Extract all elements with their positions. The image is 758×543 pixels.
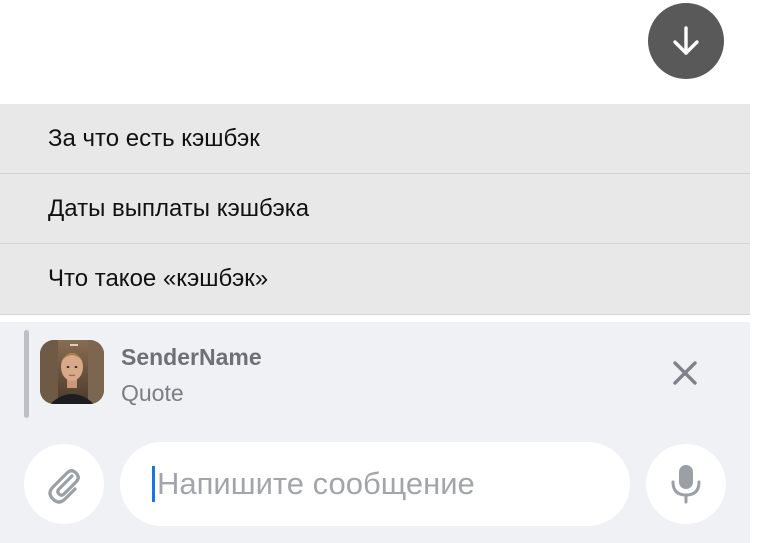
reply-panel: SenderName Quote	[0, 322, 750, 543]
microphone-icon	[671, 465, 701, 504]
user-avatar-icon	[40, 340, 104, 404]
quick-reply-what-is-cashback[interactable]: Что такое «кэшбэк»	[0, 244, 750, 315]
quoted-message-text: Quote	[121, 380, 184, 406]
quick-reply-cashback-rules[interactable]: За что есть кэшбэк	[0, 104, 750, 174]
scroll-to-bottom-button[interactable]	[648, 3, 724, 79]
close-icon	[673, 361, 697, 385]
arrow-down-icon	[673, 26, 699, 55]
chat-screen: За что есть кэшбэк Даты выплаты кэшбэка …	[0, 0, 758, 543]
quick-reply-payout-dates[interactable]: Даты выплаты кэшбэка	[0, 174, 750, 244]
quick-replies: За что есть кэшбэк Даты выплаты кэшбэка …	[0, 104, 750, 315]
message-input[interactable]	[157, 466, 597, 502]
quote-indicator-bar	[24, 330, 29, 418]
voice-message-button[interactable]	[646, 444, 726, 524]
attach-button[interactable]	[24, 444, 104, 524]
message-field[interactable]	[120, 442, 630, 526]
sender-avatar	[40, 340, 104, 404]
cancel-reply-button[interactable]	[666, 354, 704, 392]
paperclip-icon	[48, 469, 80, 504]
text-caret	[152, 466, 155, 502]
quoted-sender-name: SenderName	[121, 344, 262, 370]
